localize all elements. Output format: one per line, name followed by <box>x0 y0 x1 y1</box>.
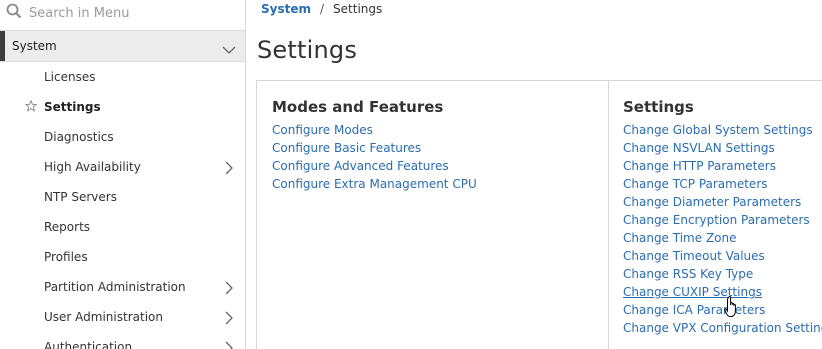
sidebar-item-profiles[interactable]: Profiles <box>0 242 245 272</box>
sidebar-item-label: Diagnostics <box>44 130 114 144</box>
change-nsvlan-settings-link[interactable]: Change NSVLAN Settings <box>623 141 775 155</box>
settings-column-title: Settings <box>623 98 694 116</box>
breadcrumb-system-link[interactable]: System <box>261 2 311 16</box>
change-diameter-parameters-link[interactable]: Change Diameter Parameters <box>623 195 801 209</box>
change-time-zone-link[interactable]: Change Time Zone <box>623 231 737 245</box>
sidebar-item-licenses[interactable]: Licenses <box>0 62 245 92</box>
change-tcp-parameters-link[interactable]: Change TCP Parameters <box>623 177 768 191</box>
sidebar-item-label: User Administration <box>44 310 163 324</box>
sidebar-item-ntp-servers[interactable]: NTP Servers <box>0 182 245 212</box>
chevron-right-icon <box>224 281 234 298</box>
sidebar-item-label: Licenses <box>44 70 96 84</box>
breadcrumb: System / Settings <box>261 2 382 16</box>
search-input[interactable] <box>29 5 229 21</box>
search-icon <box>6 3 22 23</box>
sidebar-item-label: Settings <box>44 100 101 114</box>
change-ica-parameters-link[interactable]: Change ICA Parameters <box>623 303 765 317</box>
sidebar-item-label: Authentication <box>44 340 133 349</box>
search-box[interactable] <box>0 0 245 26</box>
chevron-right-icon <box>224 341 234 349</box>
configure-basic-features-link[interactable]: Configure Basic Features <box>272 141 421 155</box>
sidebar-item-settings[interactable]: Settings <box>0 92 245 122</box>
change-global-system-settings-link[interactable]: Change Global System Settings <box>623 123 813 137</box>
sidebar-section-label: System <box>12 39 57 53</box>
sidebar: System Licenses Settings Diagnostics Hig… <box>0 0 246 349</box>
change-cuxip-settings-link[interactable]: Change CUXIP Settings <box>623 285 762 299</box>
change-encryption-parameters-link[interactable]: Change Encryption Parameters <box>623 213 810 227</box>
active-section-marker <box>0 31 5 61</box>
sidebar-item-high-availability[interactable]: High Availability <box>0 152 245 182</box>
breadcrumb-separator: / <box>320 2 325 16</box>
sidebar-item-label: High Availability <box>44 160 141 174</box>
star-icon[interactable] <box>24 99 38 115</box>
configure-advanced-features-link[interactable]: Configure Advanced Features <box>272 159 449 173</box>
chevron-down-icon <box>222 40 236 59</box>
sidebar-item-label: Partition Administration <box>44 280 186 294</box>
change-timeout-values-link[interactable]: Change Timeout Values <box>623 249 765 263</box>
sidebar-item-diagnostics[interactable]: Diagnostics <box>0 122 245 152</box>
chevron-right-icon <box>224 311 234 328</box>
change-http-parameters-link[interactable]: Change HTTP Parameters <box>623 159 776 173</box>
sidebar-item-reports[interactable]: Reports <box>0 212 245 242</box>
sidebar-item-label: NTP Servers <box>44 190 117 204</box>
chevron-right-icon <box>224 161 234 178</box>
sidebar-section-system[interactable]: System <box>0 30 245 62</box>
hand-pointer-cursor-icon <box>724 296 740 322</box>
sidebar-item-partition-administration[interactable]: Partition Administration <box>0 272 245 302</box>
configure-extra-management-cpu-link[interactable]: Configure Extra Management CPU <box>272 177 477 191</box>
page-title: Settings <box>257 36 358 64</box>
sidebar-item-user-administration[interactable]: User Administration <box>0 302 245 332</box>
change-vpx-configuration-settings-link[interactable]: Change VPX Configuration Settings <box>623 321 822 335</box>
sidebar-item-label: Profiles <box>44 250 88 264</box>
modes-features-title: Modes and Features <box>272 98 444 116</box>
configure-modes-link[interactable]: Configure Modes <box>272 123 373 137</box>
sidebar-item-authentication[interactable]: Authentication <box>0 332 245 349</box>
sidebar-item-label: Reports <box>44 220 91 234</box>
change-rss-key-type-link[interactable]: Change RSS Key Type <box>623 267 753 281</box>
column-divider <box>608 81 609 349</box>
breadcrumb-current: Settings <box>333 2 383 16</box>
